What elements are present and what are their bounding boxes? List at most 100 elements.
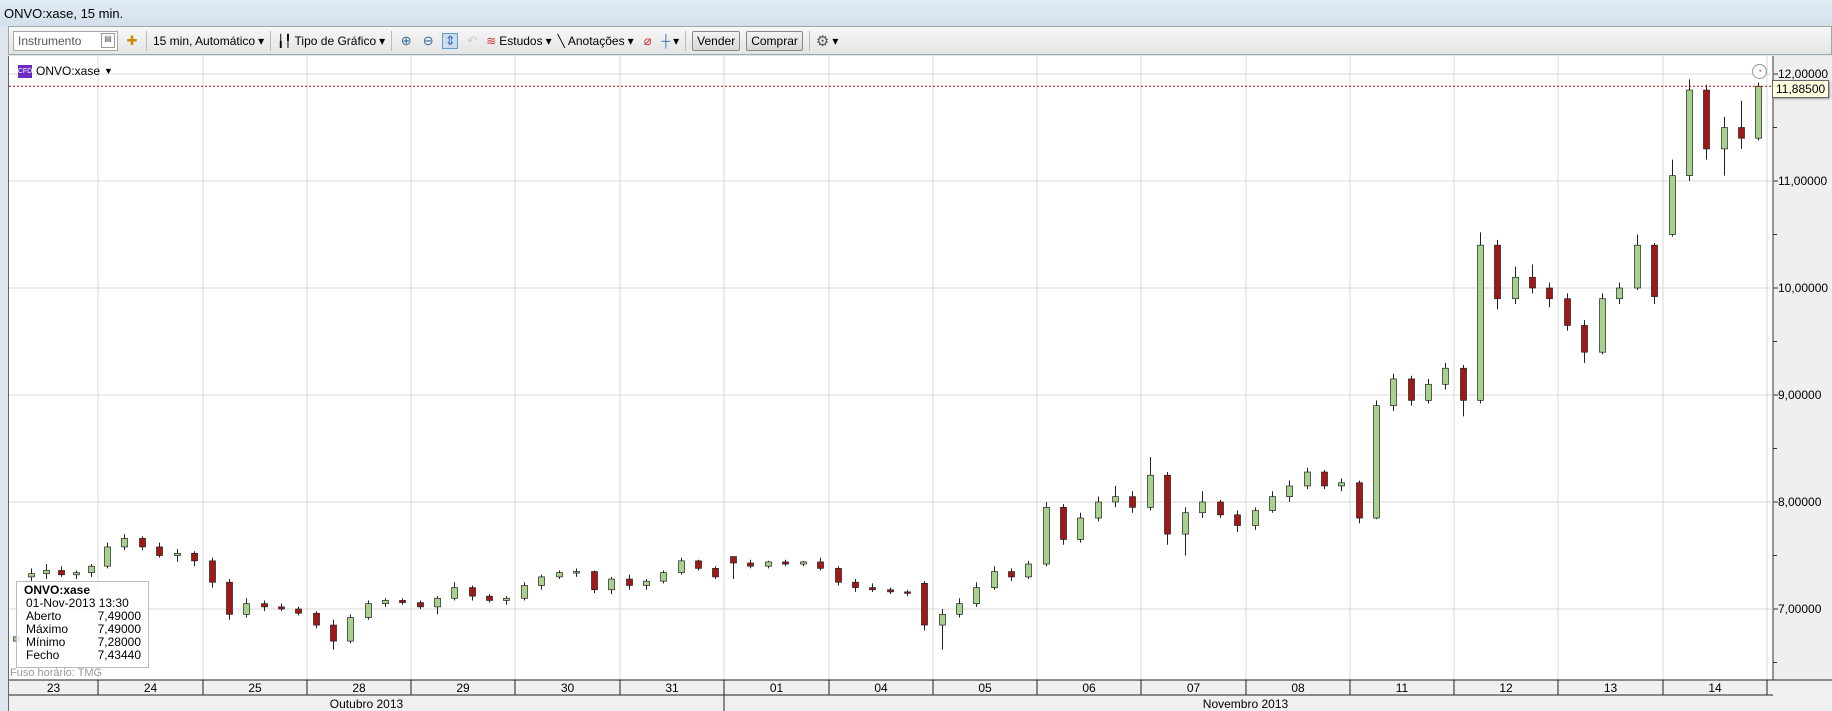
candle-up — [1634, 244, 1641, 289]
candle-down — [1129, 496, 1136, 508]
candle-down — [226, 581, 233, 615]
price-label: 8,00000 — [1778, 495, 1822, 509]
candle-down — [904, 591, 911, 594]
candle-up — [1721, 127, 1728, 150]
candle-down — [261, 603, 268, 608]
price-label: 7,00000 — [1778, 602, 1822, 616]
price-label: 12,00000 — [1778, 67, 1829, 81]
candle-down — [591, 571, 598, 591]
date-label: 11 — [1395, 681, 1409, 695]
date-label: 08 — [1291, 681, 1305, 695]
candle-up — [503, 597, 510, 601]
candle-down — [1321, 471, 1328, 487]
candle-up — [1147, 474, 1154, 508]
candle-down — [1008, 571, 1015, 578]
candle-up — [1755, 85, 1762, 139]
candle-down — [209, 560, 216, 583]
candle-up — [1095, 501, 1102, 519]
candle-up — [1373, 405, 1380, 519]
candle-up — [1477, 244, 1484, 401]
candle-up — [1043, 507, 1050, 565]
date-label: 06 — [1082, 681, 1096, 695]
candle-up — [1077, 517, 1084, 540]
candle-up — [521, 585, 528, 599]
candle-up — [608, 578, 615, 591]
candle-down — [1564, 298, 1571, 326]
candle-up — [538, 576, 545, 586]
date-label: 30 — [560, 681, 575, 695]
candle-up — [643, 580, 650, 586]
info-value: 7,43440 — [97, 648, 141, 662]
candle-up — [939, 613, 946, 626]
date-label: 23 — [46, 681, 61, 695]
candle-up — [88, 565, 95, 573]
candlestick-chart[interactable] — [0, 0, 1832, 711]
date-label: 14 — [1708, 681, 1722, 695]
candle-down — [921, 582, 928, 626]
candle-down — [1546, 287, 1553, 300]
candle-up — [1616, 287, 1623, 300]
candle-up — [1269, 496, 1276, 511]
candle-up — [1199, 501, 1206, 514]
date-label: 24 — [143, 681, 158, 695]
ohlc-info-box: ONVO:xase 01-Nov-2013 13:30 Aberto 7,4900… — [16, 581, 149, 668]
candle-down — [330, 624, 337, 642]
candle-up — [28, 573, 35, 578]
date-label: 04 — [874, 681, 888, 695]
symbol-selector[interactable]: CFD ONVO:xase ▼ — [18, 64, 113, 78]
candle-down — [1408, 378, 1415, 401]
candle-up — [800, 561, 807, 565]
candle-up — [1686, 89, 1693, 177]
candle-up — [1252, 510, 1259, 526]
candle-down — [852, 581, 859, 588]
candle-up — [678, 560, 685, 573]
candle-up — [434, 597, 441, 608]
candle-down — [486, 595, 493, 601]
date-label: 28 — [352, 681, 366, 695]
candle-up — [1599, 298, 1606, 353]
candle-up — [991, 571, 998, 588]
candle-down — [835, 567, 842, 583]
price-label: 11,00000 — [1778, 174, 1828, 188]
candle-up — [365, 603, 372, 618]
candle-down — [1581, 325, 1588, 353]
candle-up — [1442, 367, 1449, 385]
candle-down — [1460, 367, 1467, 401]
info-label: Fecho — [26, 648, 60, 662]
price-label: 9,00000 — [1778, 388, 1822, 402]
candle-down — [1164, 474, 1171, 535]
candle-down — [156, 546, 163, 556]
candle-down — [695, 560, 702, 569]
candle-down — [417, 602, 424, 608]
candle-down — [469, 587, 476, 597]
candle-down — [295, 608, 302, 614]
candle-down — [313, 612, 320, 626]
candle-up — [1182, 512, 1189, 535]
candle-up — [973, 587, 980, 604]
symbol-name: ONVO:xase — [36, 64, 101, 78]
info-row-close: Fecho 7,43440 — [24, 649, 141, 662]
candle-up — [1512, 276, 1519, 300]
candle-down — [1494, 244, 1501, 300]
candle-down — [1217, 501, 1224, 516]
candle-down — [278, 606, 285, 610]
candle-down — [1234, 514, 1241, 526]
price-label: 10,00000 — [1778, 281, 1829, 295]
candle-up — [1286, 485, 1293, 498]
candle-down — [747, 562, 754, 567]
clock-icon[interactable]: ◔ — [1752, 64, 1767, 79]
candle-down — [817, 561, 824, 569]
candle-down — [58, 570, 65, 576]
candle-up — [43, 570, 50, 575]
candle-up — [451, 587, 458, 599]
candle-down — [191, 553, 198, 562]
candle-up — [174, 553, 181, 556]
candle-down — [782, 561, 789, 565]
candle-up — [73, 572, 80, 576]
candle-up — [347, 617, 354, 642]
cfd-badge-icon: CFD — [18, 64, 32, 78]
candle-down — [399, 600, 406, 603]
candle-up — [660, 572, 667, 582]
candle-down — [1651, 244, 1658, 297]
candle-up — [121, 538, 128, 548]
